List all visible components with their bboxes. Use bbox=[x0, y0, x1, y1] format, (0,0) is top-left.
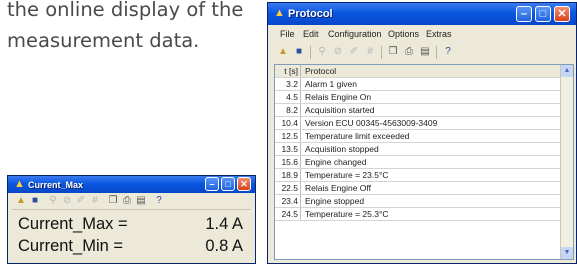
maximize-icon: □ bbox=[539, 8, 547, 20]
toolbar: ▲ ■ ⚲ ⊘ ✐ # ❐ ⎙ ▤ ? bbox=[8, 193, 255, 209]
menu-item-file[interactable]: File bbox=[280, 29, 295, 39]
window-title: Protocol bbox=[288, 8, 333, 20]
toolbar: ▲ ■ ⚲ ⊘ ✐ # ❐ ⎙ ▤ ? bbox=[268, 43, 576, 63]
message-cell: Acquisition stopped bbox=[305, 144, 379, 154]
menu-bar: File Edit Configuration Options Extras bbox=[268, 25, 576, 43]
table-row[interactable]: 10.4 Version ECU 00345-4563009-3409 bbox=[275, 117, 562, 130]
time-cell: 23.4 bbox=[275, 195, 301, 207]
message-cell: Temperature = 25.3°C bbox=[305, 209, 389, 219]
time-cell: 13.5 bbox=[275, 143, 301, 155]
current-titlebar[interactable]: ▲ Current_Max – □ ✕ bbox=[8, 176, 255, 193]
time-cell: 12.5 bbox=[275, 130, 301, 142]
message-cell: Alarm 1 given bbox=[305, 79, 357, 89]
document-line: measurement data. bbox=[7, 29, 200, 52]
maximize-button[interactable]: □ bbox=[221, 177, 235, 191]
copy-icon[interactable]: ❐ bbox=[106, 194, 120, 208]
help-icon[interactable]: ? bbox=[441, 45, 455, 59]
menu-item-extras[interactable]: Extras bbox=[426, 29, 452, 39]
maximize-button[interactable]: □ bbox=[535, 6, 551, 22]
scroll-down-icon[interactable]: ▼ bbox=[561, 247, 573, 259]
maximize-icon: □ bbox=[225, 179, 231, 189]
pen-icon[interactable]: ✐ bbox=[74, 194, 88, 208]
table-row[interactable]: 22.5 Relais Engine Off bbox=[275, 182, 562, 195]
current-window: ▲ Current_Max – □ ✕ ▲ ■ ⚲ ⊘ ✐ # ❐ ⎙ ▤ ? … bbox=[7, 175, 256, 264]
protocol-table: t [s] Protocol 3.2 Alarm 1 given 4.5 Relais… bbox=[274, 64, 574, 260]
time-cell: 22.5 bbox=[275, 182, 301, 194]
table-row[interactable]: 8.2 Acquisition started bbox=[275, 104, 562, 117]
app-icon: ▲ bbox=[14, 178, 25, 190]
pen-icon[interactable]: ✐ bbox=[347, 45, 361, 59]
time-cell: 3.2 bbox=[275, 78, 301, 90]
current-max-label: Current_Max = bbox=[18, 215, 128, 233]
message-cell: Relais Engine On bbox=[305, 92, 372, 102]
scroll-up-icon[interactable]: ▲ bbox=[561, 65, 573, 77]
time-cell: 8.2 bbox=[275, 104, 301, 116]
print-icon[interactable]: ⎙ bbox=[120, 194, 134, 208]
message-cell: Temperature limit exceeded bbox=[305, 131, 410, 141]
close-icon: ✕ bbox=[240, 179, 248, 189]
toolbar-separator bbox=[436, 46, 437, 59]
vertical-scrollbar[interactable]: ▲ ▼ bbox=[560, 65, 573, 259]
open-icon[interactable]: ▲ bbox=[14, 194, 28, 208]
menu-item-options[interactable]: Options bbox=[388, 29, 419, 39]
toolbar-separator bbox=[310, 46, 311, 59]
minimize-button[interactable]: – bbox=[205, 177, 219, 191]
app-icon: ▲ bbox=[274, 7, 285, 19]
message-cell: Version ECU 00345-4563009-3409 bbox=[305, 118, 438, 128]
table-header: t [s] Protocol bbox=[275, 65, 562, 78]
column-header-protocol[interactable]: Protocol bbox=[305, 65, 336, 77]
save-icon[interactable]: ■ bbox=[28, 194, 42, 208]
message-cell: Temperature = 23.5°C bbox=[305, 170, 389, 180]
toolbar-separator bbox=[381, 46, 382, 59]
window-title: Current_Max bbox=[28, 180, 84, 190]
protocol-titlebar[interactable]: ▲ Protocol – □ ✕ bbox=[268, 3, 576, 25]
menu-item-configuration[interactable]: Configuration bbox=[328, 29, 382, 39]
message-cell: Acquisition started bbox=[305, 105, 375, 115]
zoom-icon[interactable]: ⚲ bbox=[315, 45, 329, 59]
grid-icon[interactable]: # bbox=[88, 194, 102, 208]
current-min-label: Current_Min = bbox=[18, 237, 124, 255]
close-icon: ✕ bbox=[557, 8, 567, 20]
print-icon[interactable]: ⎙ bbox=[402, 45, 416, 59]
table-row[interactable]: 4.5 Relais Engine On bbox=[275, 91, 562, 104]
table-row[interactable]: 24.5 Temperature = 25.3°C bbox=[275, 208, 562, 221]
grid-icon[interactable]: # bbox=[363, 45, 377, 59]
column-header-time[interactable]: t [s] bbox=[275, 65, 301, 77]
clear-icon[interactable]: ⊘ bbox=[331, 45, 345, 59]
time-cell: 4.5 bbox=[275, 91, 301, 103]
open-icon[interactable]: ▲ bbox=[276, 45, 290, 59]
table-row[interactable]: 18.9 Temperature = 23.5°C bbox=[275, 169, 562, 182]
zoom-icon[interactable]: ⚲ bbox=[46, 194, 60, 208]
menu-item-edit[interactable]: Edit bbox=[303, 29, 319, 39]
close-button[interactable]: ✕ bbox=[554, 6, 570, 22]
save-icon[interactable]: ■ bbox=[292, 45, 306, 59]
document-line: the online display of the bbox=[7, 0, 244, 21]
minimize-icon: – bbox=[209, 179, 215, 189]
table-row[interactable]: 15.6 Engine changed bbox=[275, 156, 562, 169]
table-row[interactable]: 13.5 Acquisition stopped bbox=[275, 143, 562, 156]
message-cell: Relais Engine Off bbox=[305, 183, 371, 193]
time-cell: 15.6 bbox=[275, 156, 301, 168]
current-min-value: 0.8 A bbox=[205, 237, 243, 255]
time-cell: 24.5 bbox=[275, 208, 301, 220]
current-max-value: 1.4 A bbox=[205, 215, 243, 233]
time-cell: 10.4 bbox=[275, 117, 301, 129]
time-cell: 18.9 bbox=[275, 169, 301, 181]
close-button[interactable]: ✕ bbox=[237, 177, 251, 191]
value-display: Current_Max = 1.4 A Current_Min = 0.8 A bbox=[12, 209, 251, 259]
table-row[interactable]: 23.4 Engine stopped bbox=[275, 195, 562, 208]
clear-icon[interactable]: ⊘ bbox=[60, 194, 74, 208]
minimize-icon: – bbox=[520, 8, 528, 20]
help-icon[interactable]: ? bbox=[152, 194, 166, 208]
message-cell: Engine changed bbox=[305, 157, 367, 167]
minimize-button[interactable]: – bbox=[516, 6, 532, 22]
message-cell: Engine stopped bbox=[305, 196, 365, 206]
paste-icon[interactable]: ▤ bbox=[134, 194, 148, 208]
copy-icon[interactable]: ❐ bbox=[386, 45, 400, 59]
paste-icon[interactable]: ▤ bbox=[418, 45, 432, 59]
protocol-window: ▲ Protocol – □ ✕ File Edit Configuration… bbox=[267, 2, 577, 264]
table-row[interactable]: 12.5 Temperature limit exceeded bbox=[275, 130, 562, 143]
table-row[interactable]: 3.2 Alarm 1 given bbox=[275, 78, 562, 91]
document-text: the online display of the measurement da… bbox=[7, 0, 262, 56]
